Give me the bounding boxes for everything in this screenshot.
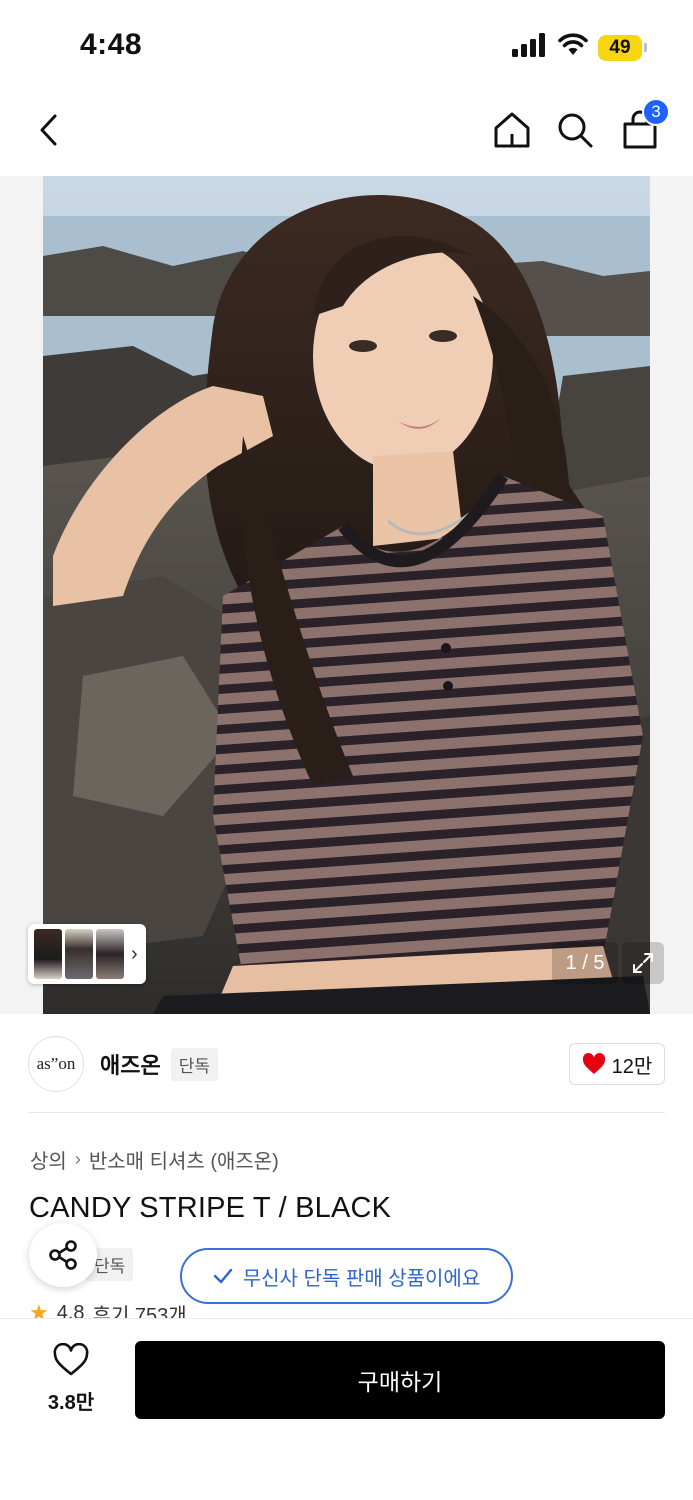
wifi-icon bbox=[558, 33, 588, 62]
product-image-gallery[interactable]: › 1 / 5 bbox=[0, 176, 693, 1014]
brand-row: as”on 애즈온 단독 12만 bbox=[28, 1034, 665, 1094]
status-time: 4:48 bbox=[80, 28, 143, 61]
thumbnail-image bbox=[65, 929, 93, 979]
brand-like-button[interactable]: 12만 bbox=[569, 1043, 665, 1085]
fullscreen-button[interactable] bbox=[622, 942, 664, 984]
share-icon bbox=[49, 1240, 77, 1270]
wishlist-button[interactable]: 3.8만 bbox=[40, 1342, 102, 1415]
status-bar: 4:48 49 bbox=[0, 0, 693, 90]
cart-button[interactable]: 3 bbox=[616, 98, 670, 154]
brand-like-count: 12만 bbox=[611, 1055, 653, 1078]
search-button[interactable] bbox=[551, 106, 599, 154]
check-icon bbox=[213, 1268, 232, 1284]
cart-count-badge: 3 bbox=[642, 98, 670, 126]
exclusive-toast-text: 무신사 단독 판매 상품이에요 bbox=[242, 1267, 481, 1290]
back-button[interactable] bbox=[26, 106, 74, 154]
brand-logo[interactable]: as”on bbox=[28, 1036, 84, 1092]
top-nav: 3 bbox=[0, 98, 693, 164]
divider bbox=[28, 1112, 665, 1113]
image-page-counter: 1 / 5 bbox=[552, 942, 618, 984]
exclusive-toast: 무신사 단독 판매 상품이에요 bbox=[180, 1248, 513, 1304]
breadcrumb-category[interactable]: 상의 bbox=[30, 1145, 67, 1174]
product-photo bbox=[43, 176, 650, 1014]
exclusive-tag: 단독 bbox=[170, 1047, 219, 1081]
heart-outline-icon bbox=[53, 1342, 89, 1376]
chevron-right-icon: › bbox=[74, 1149, 81, 1169]
breadcrumb: 상의 › 반소매 티셔츠 (애즈온) bbox=[30, 1145, 279, 1174]
breadcrumb-subcategory[interactable]: 반소매 티셔츠 (애즈온) bbox=[89, 1145, 279, 1174]
battery-icon: 49 bbox=[598, 34, 647, 61]
signal-icon bbox=[512, 33, 548, 62]
home-button[interactable] bbox=[488, 106, 536, 154]
product-title: CANDY STRIPE T / BLACK bbox=[29, 1192, 392, 1224]
chevron-left-icon bbox=[40, 114, 57, 146]
wishlist-count: 3.8만 bbox=[47, 1392, 95, 1414]
heart-filled-icon bbox=[582, 1053, 605, 1074]
search-icon bbox=[558, 113, 593, 148]
buy-button[interactable]: 구매하기 bbox=[135, 1341, 665, 1419]
share-button[interactable] bbox=[29, 1223, 97, 1287]
home-icon bbox=[494, 112, 530, 148]
thumbnail-strip[interactable]: › bbox=[28, 924, 146, 984]
thumbnail-image bbox=[34, 929, 62, 979]
thumbnail-image bbox=[96, 929, 124, 979]
chevron-right-icon: › bbox=[131, 942, 138, 965]
brand-name[interactable]: 애즈온 bbox=[100, 1048, 161, 1080]
bottom-action-bar: 3.8만 구매하기 bbox=[0, 1318, 693, 1500]
battery-level: 49 bbox=[598, 34, 642, 61]
expand-icon bbox=[633, 953, 653, 973]
status-indicators: 49 bbox=[512, 33, 647, 62]
